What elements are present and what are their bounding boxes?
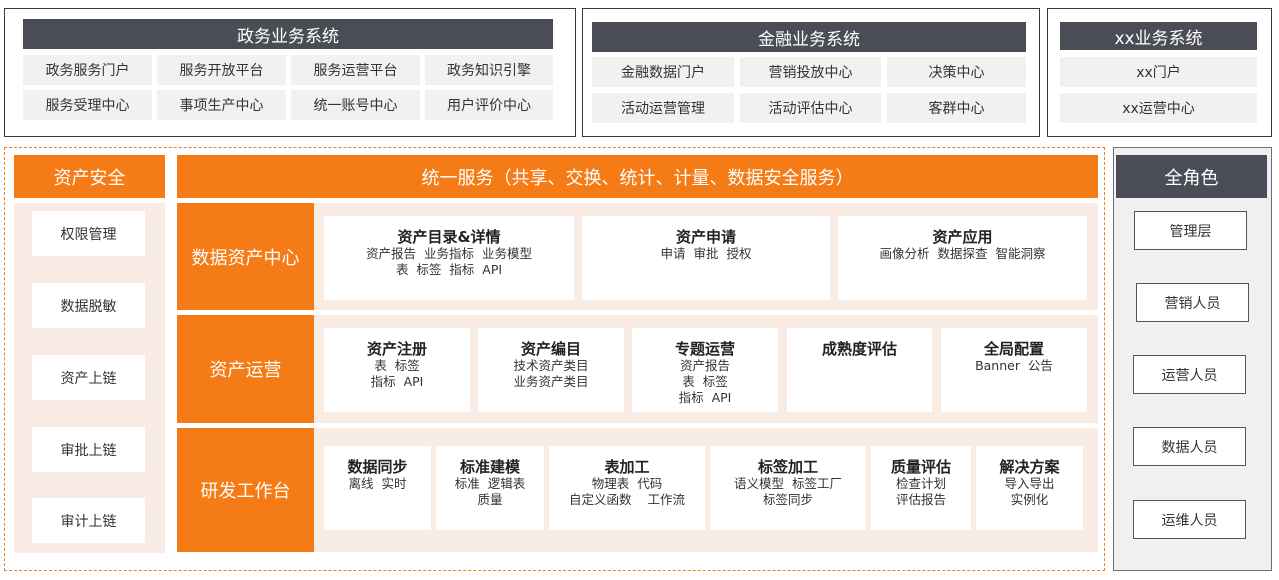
card-asset-register[interactable]: 资产注册 表 标签 指标 API xyxy=(324,328,470,412)
row-label-dev-workbench: 研发工作台 xyxy=(177,428,314,552)
card-quality-assessment[interactable]: 质量评估 检查计划 评估报告 xyxy=(871,446,971,530)
finance-item[interactable]: 活动评估中心 xyxy=(740,93,881,123)
card-tag-processing[interactable]: 标签加工 语义模型 标签工厂 标签同步 xyxy=(710,446,866,530)
role-item[interactable]: 管理层 xyxy=(1134,211,1247,250)
card-title: 资产应用 xyxy=(932,228,993,246)
card-asset-catalog[interactable]: 资产目录&详情 资产报告 业务指标 业务模型 表 标签 指标 API xyxy=(324,216,574,300)
card-global-config[interactable]: 全局配置 Banner 公告 xyxy=(941,328,1087,412)
card-sub: 导入导出 实例化 xyxy=(1004,476,1055,507)
card-sub: 离线 实时 xyxy=(348,476,407,491)
card-title: 数据同步 xyxy=(347,458,408,476)
asset-security-item[interactable]: 数据脱敏 xyxy=(32,283,145,328)
gov-item[interactable]: 政务知识引擎 xyxy=(425,55,553,85)
card-title: 标准建模 xyxy=(459,458,520,476)
gov-item[interactable]: 用户评价中心 xyxy=(425,90,553,120)
card-standard-modeling[interactable]: 标准建模 标准 逻辑表 质量 xyxy=(436,446,544,530)
asset-security-item[interactable]: 审计上链 xyxy=(32,498,145,543)
card-sub: 画像分析 数据探查 智能洞察 xyxy=(879,246,1046,261)
roles-title: 全角色 xyxy=(1116,155,1267,198)
asset-security-item[interactable]: 资产上链 xyxy=(32,355,145,400)
row-label-data-asset-center: 数据资产中心 xyxy=(177,203,314,310)
gov-item[interactable]: 服务受理中心 xyxy=(23,90,152,120)
xx-item[interactable]: xx门户 xyxy=(1060,57,1257,87)
role-item[interactable]: 运营人员 xyxy=(1133,355,1246,394)
card-sub: Banner 公告 xyxy=(975,358,1053,373)
card-sub: 语义模型 标签工厂 标签同步 xyxy=(734,476,842,507)
xx-system-title: xx业务系统 xyxy=(1060,22,1257,50)
card-maturity-assessment[interactable]: 成熟度评估 xyxy=(787,328,932,412)
unified-service-banner: 统一服务（共享、交换、统计、计量、数据安全服务） xyxy=(177,155,1098,198)
card-sub: 物理表 代码 自定义函数 工作流 xyxy=(569,476,685,507)
finance-item[interactable]: 金融数据门户 xyxy=(592,57,734,87)
card-data-sync[interactable]: 数据同步 离线 实时 xyxy=(324,446,431,530)
card-sub: 资产报告 表 标签 指标 API xyxy=(678,358,732,405)
card-sub: 申请 审批 授权 xyxy=(660,246,752,261)
finance-item[interactable]: 营销投放中心 xyxy=(740,57,881,87)
role-item[interactable]: 数据人员 xyxy=(1133,427,1246,466)
card-asset-catalogue[interactable]: 资产编目 技术资产类目 业务资产类目 xyxy=(478,328,624,412)
card-sub: 标准 逻辑表 质量 xyxy=(454,476,526,507)
card-solutions[interactable]: 解决方案 导入导出 实例化 xyxy=(976,446,1083,530)
card-title: 资产目录&详情 xyxy=(397,228,501,246)
card-asset-application[interactable]: 资产应用 画像分析 数据探查 智能洞察 xyxy=(838,216,1087,300)
row-label-asset-operation: 资产运营 xyxy=(177,315,314,423)
gov-item[interactable]: 事项生产中心 xyxy=(157,90,286,120)
card-title: 成熟度评估 xyxy=(821,340,897,358)
asset-security-title: 资产安全 xyxy=(14,155,165,198)
xx-item[interactable]: xx运营中心 xyxy=(1060,93,1257,123)
card-sub: 表 标签 指标 API xyxy=(370,358,424,389)
card-asset-apply[interactable]: 资产申请 申请 审批 授权 xyxy=(582,216,830,300)
gov-item[interactable]: 政务服务门户 xyxy=(23,55,152,85)
card-title: 资产编目 xyxy=(520,340,581,358)
card-sub: 技术资产类目 业务资产类目 xyxy=(513,358,589,389)
gov-item[interactable]: 服务开放平台 xyxy=(157,55,286,85)
card-sub: 检查计划 评估报告 xyxy=(895,476,946,507)
finance-item[interactable]: 客群中心 xyxy=(887,93,1026,123)
role-item[interactable]: 运维人员 xyxy=(1133,500,1246,539)
card-title: 表加工 xyxy=(604,458,650,476)
card-title: 质量评估 xyxy=(890,458,951,476)
card-title: 全局配置 xyxy=(983,340,1044,358)
finance-item[interactable]: 活动运营管理 xyxy=(592,93,734,123)
finance-system-title: 金融业务系统 xyxy=(592,22,1026,52)
asset-security-item[interactable]: 审批上链 xyxy=(32,427,145,472)
card-sub: 资产报告 业务指标 业务模型 表 标签 指标 API xyxy=(366,246,532,277)
role-item[interactable]: 营销人员 xyxy=(1136,283,1249,322)
card-title: 解决方案 xyxy=(999,458,1060,476)
card-title: 资产注册 xyxy=(366,340,427,358)
gov-system-title: 政务业务系统 xyxy=(23,19,553,49)
asset-security-item[interactable]: 权限管理 xyxy=(32,211,145,256)
card-title: 标签加工 xyxy=(757,458,818,476)
card-topic-operation[interactable]: 专题运营 资产报告 表 标签 指标 API xyxy=(632,328,778,412)
gov-item[interactable]: 服务运营平台 xyxy=(291,55,420,85)
card-table-processing[interactable]: 表加工 物理表 代码 自定义函数 工作流 xyxy=(549,446,705,530)
gov-item[interactable]: 统一账号中心 xyxy=(291,90,420,120)
card-title: 专题运营 xyxy=(674,340,735,358)
finance-item[interactable]: 决策中心 xyxy=(887,57,1026,87)
card-title: 资产申请 xyxy=(675,228,736,246)
